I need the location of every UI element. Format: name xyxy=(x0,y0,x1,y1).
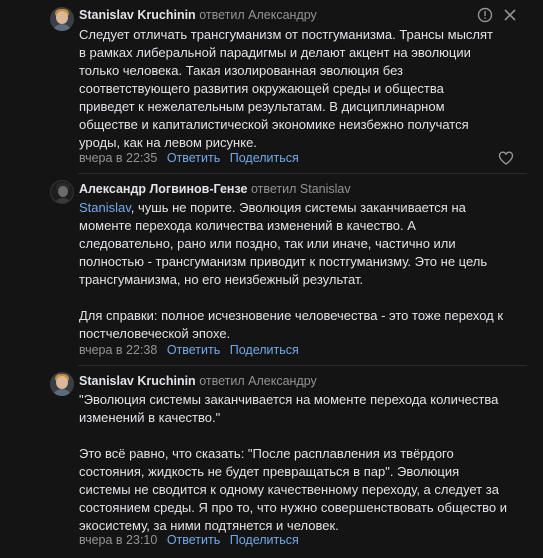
avatar[interactable] xyxy=(50,372,74,396)
comment-item: Александр Логвинов-Гензе ответил Stanisl… xyxy=(0,174,543,364)
avatar[interactable] xyxy=(50,180,74,204)
replied-label: ответил xyxy=(199,8,245,22)
comment-header: Александр Логвинов-Гензе ответил Stanisl… xyxy=(79,181,351,197)
like-heart-icon[interactable] xyxy=(498,150,514,166)
replied-label: ответил xyxy=(250,182,297,196)
comment-date[interactable]: вчера в 23:10 xyxy=(79,533,157,547)
comment-item: Stanislav Kruchinin ответил Александру "… xyxy=(0,366,543,558)
comment-text: Следует отличать трансгуманизм от постгу… xyxy=(79,27,494,150)
comment-body: , чушь не порите. Эволюция системы закан… xyxy=(79,200,504,341)
comment-date[interactable]: вчера в 22:38 xyxy=(79,343,157,357)
comment-item: Stanislav Kruchinin ответил Александру С… xyxy=(0,0,543,172)
report-icon[interactable] xyxy=(477,7,493,23)
author-name[interactable]: Stanislav Kruchinin xyxy=(79,8,196,22)
comment-text: "Эволюция системы заканчивается на момен… xyxy=(79,392,508,533)
reply-button[interactable]: Ответить xyxy=(167,533,220,547)
share-button[interactable]: Поделиться xyxy=(230,151,299,165)
share-button[interactable]: Поделиться xyxy=(230,343,299,357)
reply-button[interactable]: Ответить xyxy=(167,151,220,165)
comment-header: Stanislav Kruchinin ответил Александру xyxy=(79,373,317,389)
reply-button[interactable]: Ответить xyxy=(167,343,220,357)
comment-text: Stanislav, чушь не порите. Эволюция сист… xyxy=(79,199,509,343)
comment-header: Stanislav Kruchinin ответил Александру xyxy=(79,7,317,23)
mention-link[interactable]: Stanislav xyxy=(79,200,131,215)
author-name[interactable]: Александр Логвинов-Гензе xyxy=(79,182,247,196)
avatar[interactable] xyxy=(50,7,74,31)
close-icon[interactable] xyxy=(502,7,518,23)
comment-meta: вчера в 22:35 Ответить Поделиться xyxy=(79,150,299,166)
replied-to[interactable]: Александру xyxy=(248,8,317,22)
replied-label: ответил xyxy=(199,374,245,388)
share-button[interactable]: Поделиться xyxy=(230,533,299,547)
comment-date[interactable]: вчера в 22:35 xyxy=(79,151,157,165)
author-name[interactable]: Stanislav Kruchinin xyxy=(79,374,196,388)
replied-to[interactable]: Stanislav xyxy=(300,182,351,196)
comment-meta: вчера в 22:38 Ответить Поделиться xyxy=(79,342,299,358)
replied-to[interactable]: Александру xyxy=(248,374,317,388)
comment-meta: вчера в 23:10 Ответить Поделиться xyxy=(79,532,299,548)
